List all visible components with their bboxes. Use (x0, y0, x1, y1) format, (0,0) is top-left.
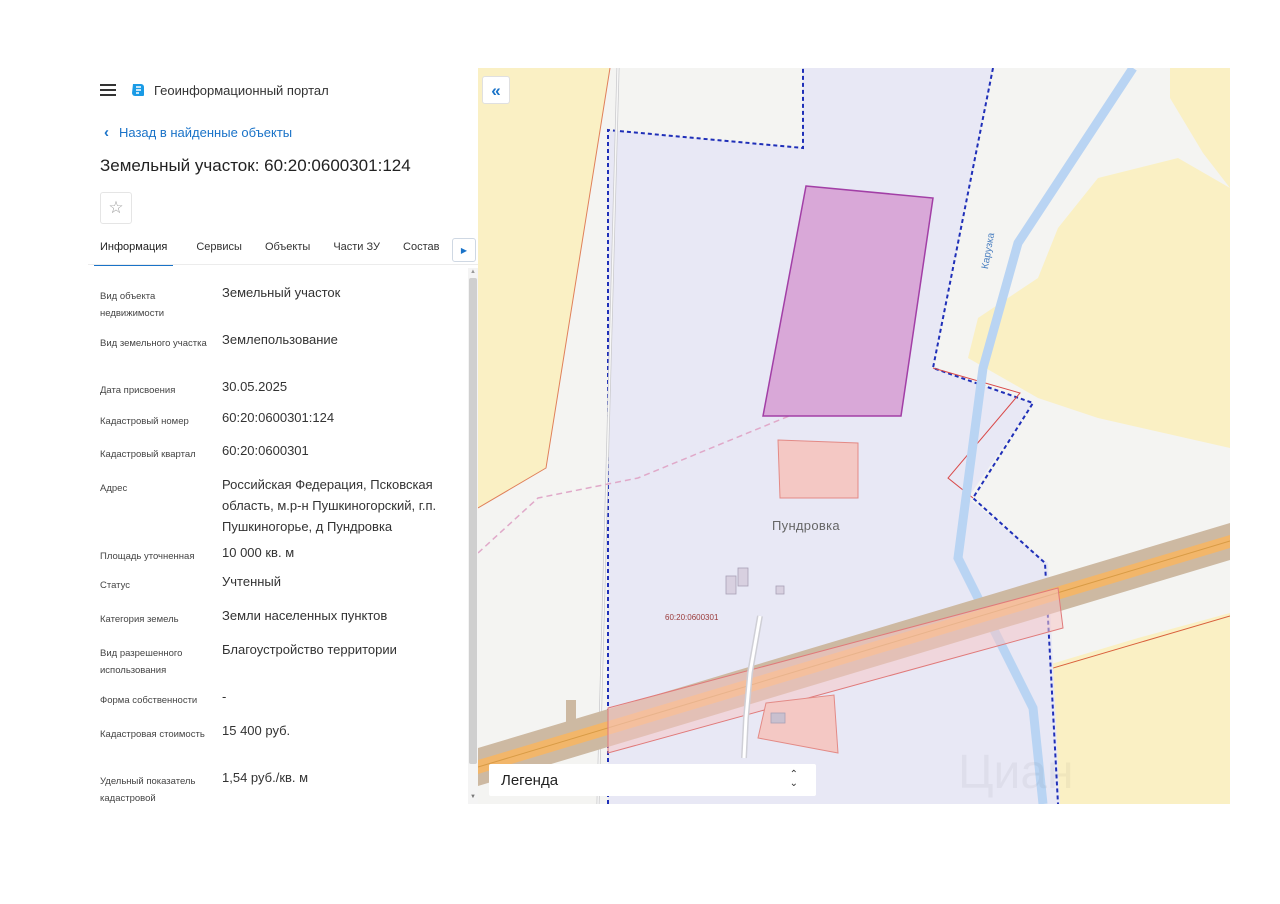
star-icon: ☆ (108, 198, 124, 217)
neighbour-parcel (777, 439, 859, 499)
property-value: Учтенный (222, 574, 282, 589)
tab-parcel-parts[interactable]: Части ЗУ (333, 238, 380, 264)
property-value: 10 000 кв. м (222, 545, 295, 560)
property-label: Кадастровый квартал (100, 449, 196, 460)
property-label: Адрес (100, 483, 128, 494)
tab-bar: Информация Сервисы Объекты Части ЗУ Сост… (94, 238, 466, 266)
watermark: Циан (958, 746, 1074, 799)
property-label: Вид земельного участка (100, 338, 207, 349)
building-footprint (725, 575, 737, 595)
building-footprint (566, 700, 576, 730)
building-footprint (770, 712, 786, 724)
property-label: Кадастровая стоимость (100, 729, 205, 740)
scroll-down-arrow-icon[interactable]: ▼ (470, 794, 476, 800)
portal-logo-icon (132, 84, 144, 96)
app-window: Геоинформационный портал ‹ Назад в найде… (88, 68, 1230, 804)
tabs-divider (88, 264, 478, 265)
object-title: Земельный участок: 60:20:0600301:124 (100, 156, 411, 175)
property-label: Категория земель (100, 614, 179, 625)
property-value: 60:20:0600301 (222, 443, 309, 458)
property-value: - (222, 689, 227, 704)
legend-label: Легенда (501, 771, 559, 789)
property-label: Форма собственности (100, 695, 198, 706)
property-value: 15 400 руб. (222, 723, 291, 738)
property-value: Российская Федерация, Псковская область,… (222, 477, 437, 534)
property-value: Благоустройство территории (222, 642, 397, 657)
scrollbar-thumb[interactable] (469, 278, 477, 764)
app-header: Геоинформационный портал (100, 80, 329, 100)
property-value: Землепользование (222, 332, 338, 347)
legend-selector[interactable]: Легенда ⌃ ⌄ (489, 764, 816, 796)
building-footprint (775, 585, 785, 595)
up-down-chevron-icon: ⌃ ⌄ (789, 769, 798, 789)
property-value: 1,54 руб./кв. м (222, 770, 309, 785)
property-label: Площадь уточненная (100, 551, 195, 562)
properties-list: Вид объекта недвижимости Земельный участ… (88, 274, 466, 804)
app-title: Геоинформационный портал (154, 82, 329, 98)
cadastral-quarter-label: 60:20:0600301 (665, 613, 719, 622)
property-label: Удельный показатель кадастровой (100, 776, 196, 804)
favorite-button[interactable]: ☆ (100, 192, 132, 224)
back-link-label: Назад в найденные объекты (119, 125, 293, 140)
scroll-up-arrow-icon[interactable]: ▲ (470, 269, 476, 275)
tab-objects[interactable]: Объекты (265, 238, 310, 264)
tab-composition[interactable]: Состав (403, 238, 439, 264)
property-label: Вид объекта недвижимости (100, 291, 165, 319)
tab-information[interactable]: Информация (94, 238, 174, 266)
property-label: Вид разрешенного использования (100, 648, 183, 676)
collapse-sidebar-button[interactable]: « (482, 76, 510, 104)
tabs-next-button[interactable]: ▶ (452, 238, 476, 262)
map-canvas[interactable]: Циан (478, 68, 1230, 804)
map-view[interactable]: Циан Пундровка 60:20:0600301 Карузка « Л… (478, 68, 1230, 804)
chevron-left-icon: ‹ (104, 124, 109, 141)
property-value: 30.05.2025 (222, 379, 288, 394)
back-to-results-link[interactable]: ‹ Назад в найденные объекты (104, 125, 292, 140)
property-value: 60:20:0600301:124 (222, 410, 335, 425)
double-chevron-left-icon: « (491, 80, 501, 100)
village-label: Пундровка (772, 518, 840, 533)
property-label: Дата присвоения (100, 385, 176, 396)
property-value: Земельный участок (222, 285, 341, 300)
caret-right-icon: ▶ (460, 245, 468, 255)
property-label: Кадастровый номер (100, 416, 189, 427)
property-value: Земли населенных пунктов (222, 608, 388, 623)
tab-services[interactable]: Сервисы (196, 238, 242, 264)
info-sidebar: Геоинформационный портал ‹ Назад в найде… (88, 68, 478, 804)
property-label: Статус (100, 580, 131, 591)
building-footprint (737, 567, 749, 587)
hamburger-menu-icon[interactable] (100, 84, 116, 96)
